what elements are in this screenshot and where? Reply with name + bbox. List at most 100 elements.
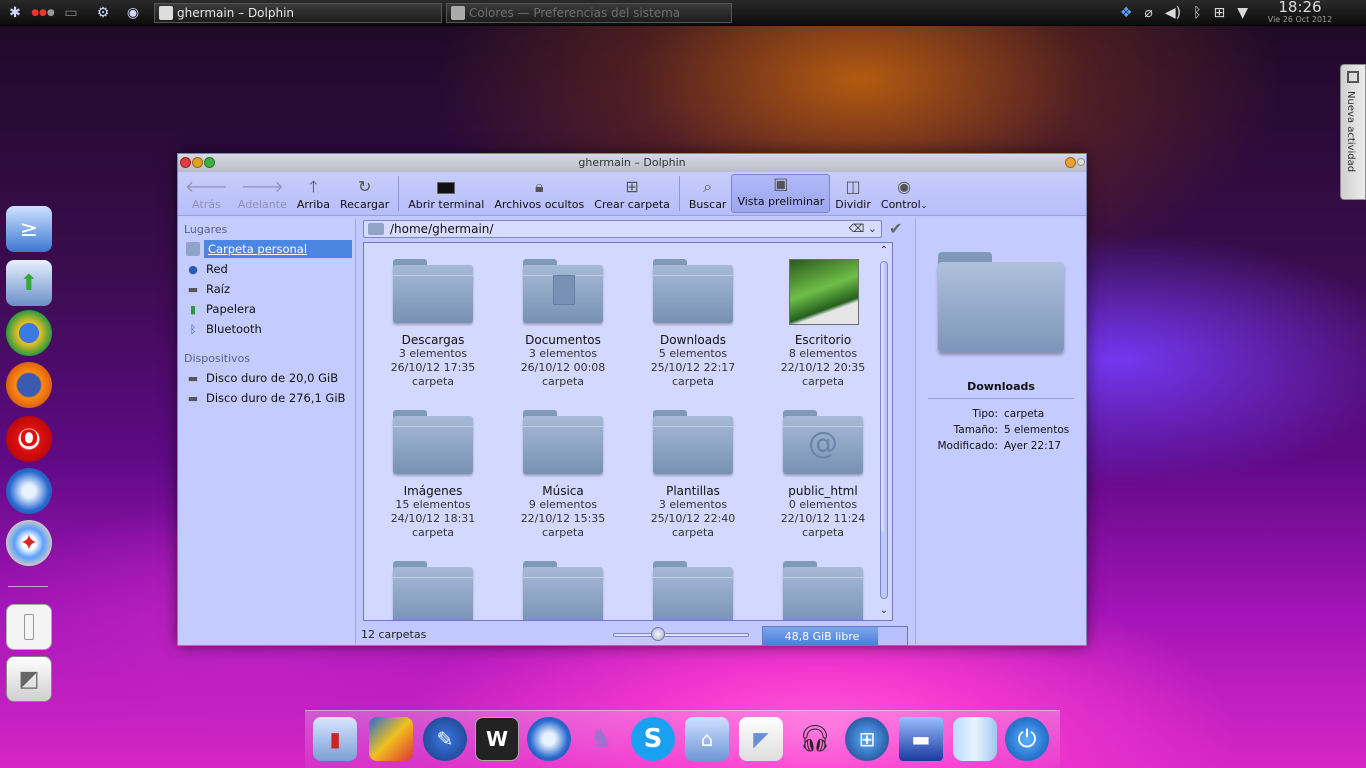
thunderbird-icon[interactable] [6, 468, 52, 514]
open-terminal-button[interactable]: Abrir terminal [403, 172, 489, 215]
file-item[interactable]: @ public_html 0 elementos 22/10/12 11:24 car… [764, 410, 882, 540]
file-count: 15 elementos [395, 498, 471, 511]
search-label: Buscar [688, 198, 727, 211]
chevron-down-icon[interactable]: ▼ [1237, 5, 1248, 21]
power-icon[interactable]: ⏻ [1005, 717, 1049, 761]
file-item-partial[interactable] [374, 561, 492, 620]
terminal-icon [437, 176, 456, 198]
place-item-trash[interactable]: ▮ Papelera [180, 299, 355, 319]
chrome-icon[interactable] [6, 310, 52, 356]
desktop-switch-icon[interactable]: ▭ [60, 2, 82, 24]
split-button[interactable]: ◫ Dividir [830, 172, 876, 215]
scroll-thumb[interactable] [881, 262, 887, 532]
switch-icon[interactable] [6, 604, 52, 650]
file-date: 26/10/12 00:08 [520, 361, 606, 374]
network-device-icon[interactable]: ▬ [899, 717, 943, 761]
file-item[interactable]: Música 9 elementos 22/10/12 15:35 carpeta [504, 410, 622, 540]
volume-icon[interactable]: ◀) [1165, 5, 1181, 21]
place-item-root[interactable]: ▬ Raíz [180, 279, 355, 299]
zoom-slider[interactable] [613, 633, 749, 637]
preview-button[interactable]: ▣ Vista preliminar [731, 174, 831, 213]
search-button[interactable]: ⌕ Buscar [684, 172, 732, 215]
home-folder-icon[interactable]: ⌂ [685, 717, 729, 761]
taskbar-item-dolphin[interactable]: ghermain – Dolphin [154, 2, 442, 23]
new-activity-tab[interactable]: Nueva actividad [1340, 64, 1366, 200]
close-icon[interactable] [180, 157, 191, 168]
safari-icon[interactable]: ✦ [6, 520, 52, 566]
file-item[interactable]: Escritorio 8 elementos 22/10/12 20:35 carpe… [764, 259, 882, 389]
hidden-files-button[interactable]: 🔒︎ Archivos ocultos [489, 172, 589, 215]
minimize-icon[interactable] [192, 157, 203, 168]
taskbar-item-preferences[interactable]: Colores — Preferencias del sistema [446, 2, 732, 23]
reload-button[interactable]: ↻ Recargar [335, 172, 394, 215]
device-item-label: Disco duro de 276,1 GiB [206, 391, 346, 405]
new-folder-icon: ⊞ [625, 177, 639, 196]
photos-icon[interactable] [369, 717, 413, 761]
file-item-partial[interactable] [504, 561, 622, 620]
folder-icon [653, 561, 733, 620]
settings-app-icon[interactable]: ⚙ [92, 2, 114, 24]
create-folder-button[interactable]: ⊞ Crear carpeta [589, 172, 675, 215]
media-player-icon[interactable] [527, 717, 571, 761]
scroll-up-icon[interactable]: ⌃ [878, 245, 890, 257]
control-button[interactable]: ◉ Control⌄ [876, 172, 932, 215]
scroll-track[interactable] [880, 261, 888, 599]
pidgin-icon[interactable]: ♞ [579, 717, 623, 761]
clear-dropdown-icon[interactable]: ⌫ ⌄ [849, 222, 877, 235]
window-titlebar[interactable]: ghermain – Dolphin [178, 154, 1086, 172]
device-item[interactable]: ▬ Disco duro de 20,0 GiB [180, 368, 355, 388]
word-processor-icon[interactable]: W [475, 717, 519, 761]
trash-can-icon[interactable] [953, 717, 997, 761]
scroll-down-icon[interactable]: ⌄ [878, 605, 890, 617]
file-item[interactable]: Documentos 3 elementos 26/10/12 00:08 carpe… [504, 259, 622, 389]
place-item-label: Red [206, 262, 228, 276]
folder-icon [393, 561, 473, 620]
network-globe-icon: ● [188, 262, 198, 276]
bluetooth-icon[interactable]: ᛒ [1193, 5, 1201, 21]
clock[interactable]: 18:26 Vie 26 Oct 2012 [1262, 0, 1338, 24]
menu-icon[interactable] [1077, 158, 1085, 166]
free-space-bar[interactable]: 48,8 GiB libre [762, 626, 908, 646]
file-item[interactable]: Downloads 5 elementos 25/10/12 22:17 carpet… [634, 259, 752, 389]
zoom-slider-handle[interactable] [651, 627, 665, 641]
file-item-partial[interactable] [634, 561, 752, 620]
headphones-icon[interactable]: 🎧︎ [793, 717, 837, 761]
place-item-network[interactable]: ● Red [180, 259, 355, 279]
browser-app-icon[interactable]: ◉ [122, 2, 144, 24]
back-button[interactable]: 🡐 Atrás [180, 172, 233, 215]
forward-button[interactable]: 🡒 Adelante [233, 172, 292, 215]
skype-icon[interactable]: S [631, 717, 675, 761]
place-item-home[interactable]: Carpeta personal [180, 239, 355, 259]
vertical-scrollbar[interactable]: ⌃ ⌄ [878, 245, 890, 618]
paint-palette-icon[interactable]: ✎ [423, 717, 467, 761]
bookmarks-icon[interactable]: ▮ [313, 717, 357, 761]
file-type: carpeta [801, 526, 845, 539]
file-name: Plantillas [666, 484, 720, 498]
text-editor-icon[interactable]: ◤ [739, 717, 783, 761]
file-item-partial[interactable] [764, 561, 882, 620]
device-item[interactable]: ▬ Disco duro de 276,1 GiB [180, 388, 355, 408]
paperclip-icon[interactable]: ⌀ [1144, 5, 1152, 21]
dropbox-icon[interactable]: ❖ [1120, 5, 1133, 21]
up-button[interactable]: 🡑 Arriba [292, 172, 335, 215]
file-item[interactable]: Imágenes 15 elementos 24/10/12 18:31 carpet… [374, 410, 492, 540]
place-item-bluetooth[interactable]: ᛒ Bluetooth [180, 319, 355, 339]
maximize-icon[interactable] [204, 157, 215, 168]
file-date: 22/10/12 20:35 [780, 361, 866, 374]
folder-icon [523, 561, 603, 620]
opera-icon[interactable]: O [6, 416, 52, 462]
windows-icon[interactable]: ⊞ [845, 717, 889, 761]
app-launcher-icon[interactable]: ✱ [4, 2, 26, 24]
finder-app-icon[interactable]: ◩ [6, 656, 52, 702]
location-bar[interactable]: /home/ghermain/ ⌫ ⌄ [363, 220, 882, 238]
file-item[interactable]: Plantillas 3 elementos 25/10/12 22:40 carpe… [634, 410, 752, 540]
confirm-path-icon[interactable]: ✔ [889, 219, 902, 238]
terminal-launcher-icon[interactable]: ≥ [6, 206, 52, 252]
download-manager-icon[interactable]: ⬆ [6, 260, 52, 306]
file-item[interactable]: Descargas 3 elementos 26/10/12 17:35 carpet… [374, 259, 492, 389]
network-icon[interactable]: ⊞ [1213, 5, 1225, 21]
keep-above-icon[interactable] [1065, 157, 1076, 168]
window-dots-icon[interactable]: ●● ● [30, 2, 56, 24]
up-label: Arriba [296, 198, 330, 211]
firefox-icon[interactable] [6, 362, 52, 408]
